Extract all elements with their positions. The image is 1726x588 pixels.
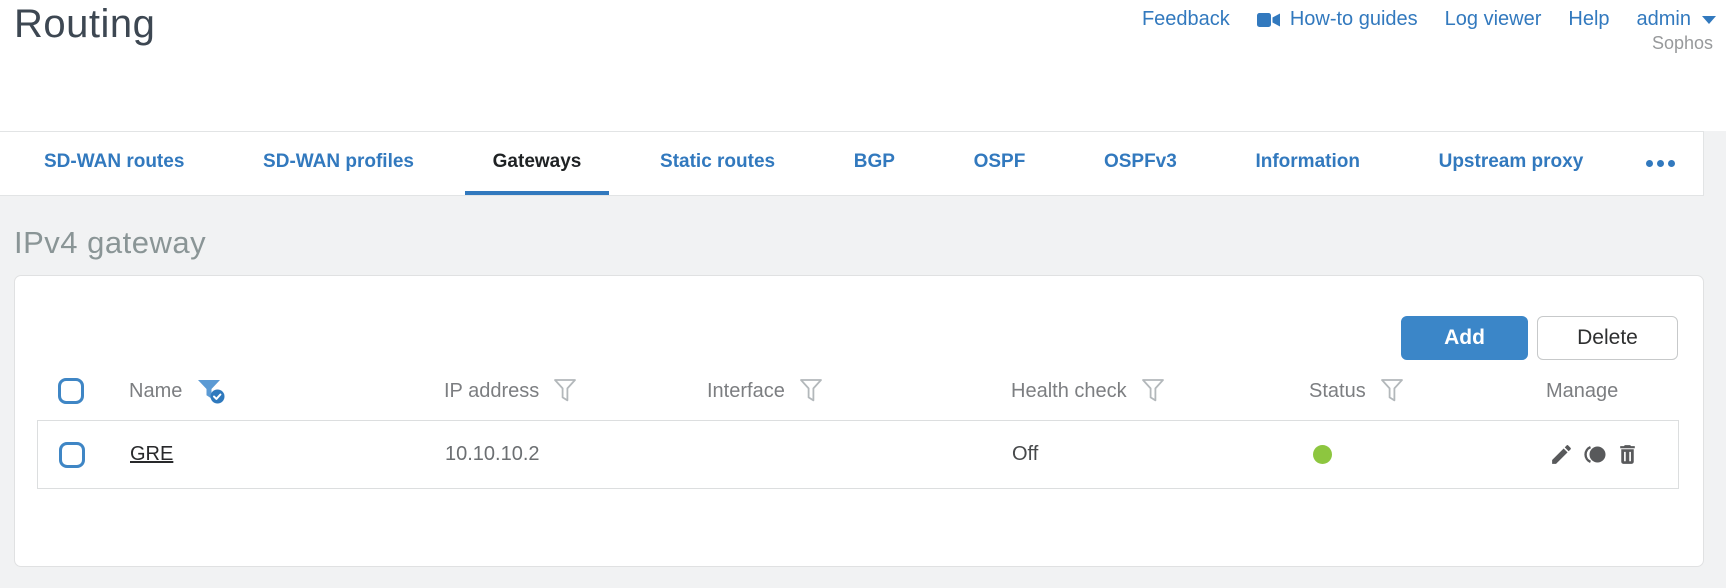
tab-gateways[interactable]: Gateways [464, 132, 610, 195]
nav-feedback-label: Feedback [1141, 8, 1230, 30]
row-checkbox[interactable] [59, 441, 85, 468]
column-manage: Manage [1546, 380, 1679, 403]
tab-upstream-proxy[interactable]: Upstream proxy [1411, 132, 1612, 195]
section-heading: IPv4 gateway [14, 225, 207, 260]
tab-sd-wan-routes[interactable]: SD-WAN routes [16, 132, 212, 195]
row-name-cell: GRE [130, 443, 445, 466]
tab-label: SD-WAN profiles [263, 150, 414, 172]
more-tabs-icon[interactable] [1634, 132, 1687, 195]
column-health-check-label: Health check [1011, 379, 1127, 402]
nav-help[interactable]: Help [1568, 8, 1609, 31]
status-filter-icon[interactable] [1380, 378, 1404, 404]
gateway-name-link[interactable]: GRE [130, 443, 173, 466]
column-manage-label: Manage [1546, 379, 1619, 402]
tab-label: Information [1255, 150, 1360, 172]
column-interface: Interface [707, 378, 1011, 404]
row-health-check-cell: Off [1012, 443, 1039, 465]
column-ip-address: IP address [444, 378, 707, 404]
tab-ospf[interactable]: OSPF [946, 132, 1054, 195]
row-status-cell [1310, 445, 1547, 464]
tab-label: OSPF [973, 150, 1026, 172]
tab-bgp[interactable]: BGP [826, 132, 923, 195]
nav-feedback[interactable]: Feedback [1142, 8, 1230, 31]
delete-button[interactable]: Delete [1537, 316, 1678, 360]
tab-bar: SD-WAN routes SD-WAN profiles Gateways S… [0, 131, 1704, 196]
column-name-label: Name [129, 379, 183, 402]
table-header: Name IP address Interface Health check S… [37, 362, 1679, 420]
add-button[interactable]: Add [1401, 316, 1528, 360]
ip-address-filter-icon[interactable] [553, 378, 577, 404]
name-filter-active-icon[interactable] [196, 377, 226, 405]
tab-label: BGP [853, 150, 895, 172]
tab-label: Gateways [492, 150, 582, 172]
tab-information[interactable]: Information [1227, 132, 1388, 195]
row-select-cell [38, 441, 130, 468]
clone-button[interactable] [1581, 442, 1608, 467]
row-manage-cell [1547, 442, 1680, 467]
tab-label: OSPFv3 [1103, 150, 1177, 172]
top-header: Routing Feedback How-to guides Log viewe… [0, 0, 1726, 131]
column-status-label: Status [1309, 379, 1366, 402]
tab-label: SD-WAN routes [44, 150, 185, 172]
tab-label: Static routes [660, 150, 776, 172]
column-ip-address-label: IP address [444, 379, 540, 402]
page-title: Routing [14, 2, 156, 46]
nav-log-viewer-label: Log viewer [1444, 8, 1542, 30]
nav-admin-label: admin [1636, 8, 1691, 30]
nav-how-to-guides-label: How-to guides [1289, 8, 1418, 30]
gateway-card: Add Delete Name IP address Interface Hea… [14, 275, 1704, 567]
table-body: GRE 10.10.10.2 Off [37, 420, 1679, 489]
column-health-check: Health check [1011, 378, 1309, 404]
column-status: Status [1309, 378, 1546, 404]
nav-help-label: Help [1568, 8, 1610, 30]
nav-log-viewer[interactable]: Log viewer [1445, 8, 1542, 31]
select-all-checkbox[interactable] [58, 378, 84, 404]
brand-label: Sophos [1651, 33, 1713, 53]
video-camera-icon [1256, 12, 1281, 28]
health-check-filter-icon[interactable] [1141, 378, 1165, 404]
tab-ospfv3[interactable]: OSPFv3 [1076, 132, 1205, 195]
status-green-dot-icon [1313, 445, 1332, 464]
column-interface-label: Interface [707, 379, 785, 402]
nav-how-to-guides[interactable]: How-to guides [1256, 8, 1418, 31]
nav-admin-menu[interactable]: admin [1637, 8, 1716, 31]
header-select-cell [37, 378, 129, 404]
tab-sd-wan-profiles[interactable]: SD-WAN profiles [235, 132, 442, 195]
column-name: Name [129, 377, 444, 405]
interface-filter-icon[interactable] [799, 378, 823, 404]
table-row: GRE 10.10.10.2 Off [38, 421, 1678, 488]
delete-row-button[interactable] [1615, 442, 1640, 467]
top-nav: Feedback How-to guides Log viewer Help a… [1142, 8, 1716, 31]
tab-static-routes[interactable]: Static routes [632, 132, 803, 195]
toolbar: Add Delete [1401, 316, 1678, 360]
edit-button[interactable] [1549, 442, 1574, 467]
row-ip-cell: 10.10.10.2 [445, 443, 540, 465]
tab-label: Upstream proxy [1438, 150, 1584, 172]
caret-down-icon [1702, 15, 1716, 24]
